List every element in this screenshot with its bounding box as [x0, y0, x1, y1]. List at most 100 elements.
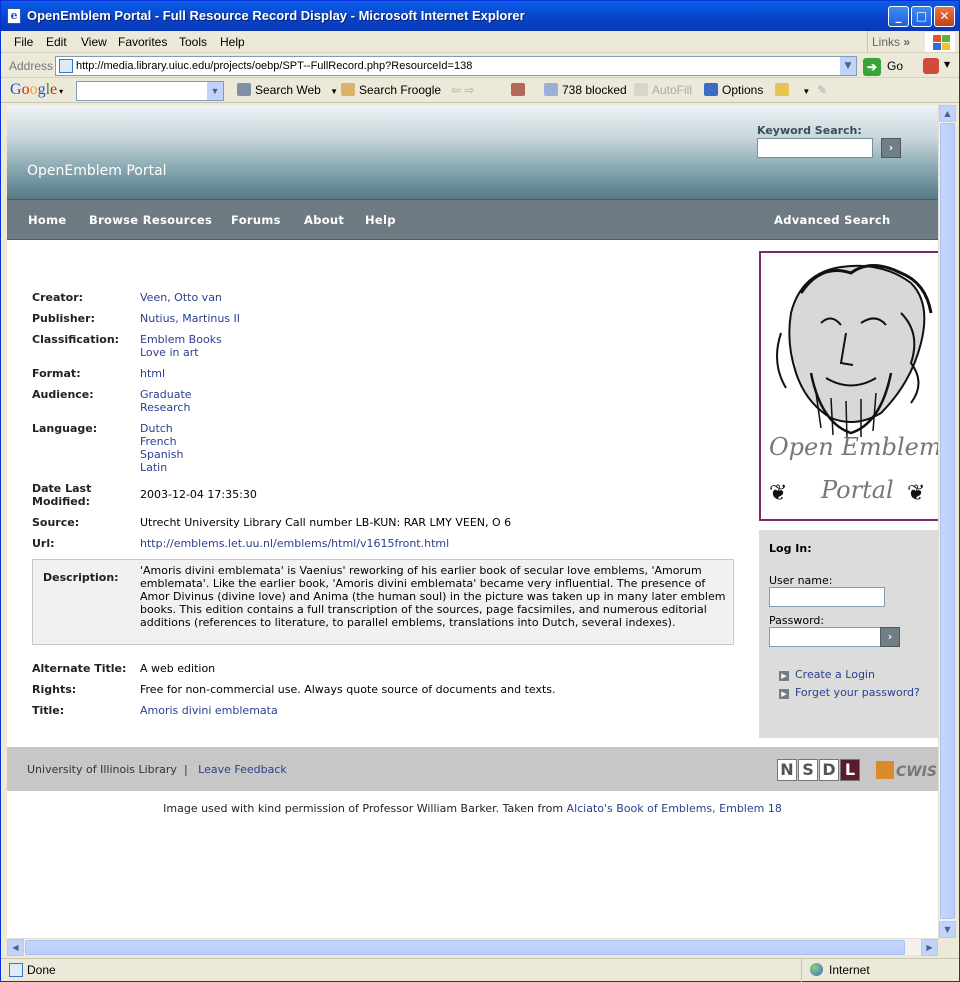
scroll-left-icon[interactable]: ◀: [7, 939, 24, 956]
forget-password-link[interactable]: ▶ Forget your password?: [779, 686, 920, 699]
forget-password-label: Forget your password?: [795, 686, 920, 699]
nsdl-letter: D: [819, 759, 839, 781]
title-link[interactable]: Amoris divini emblemata: [140, 704, 278, 717]
window-title: OpenEmblem Portal - Full Resource Record…: [27, 8, 525, 23]
folder-button[interactable]: ▼: [775, 83, 810, 97]
keyword-search-input[interactable]: [757, 138, 873, 158]
classification-label: Classification:: [32, 333, 120, 346]
back-arrows-icon[interactable]: ⇦ ⇨: [451, 83, 474, 97]
date-label-line: Date Last: [32, 482, 92, 495]
scroll-up-icon[interactable]: ▲: [939, 105, 956, 122]
search-froogle-label: Search Froogle: [359, 83, 442, 97]
username-label: User name:: [769, 574, 833, 587]
popup-blocker-button[interactable]: 738 blocked: [544, 83, 627, 97]
nav-about[interactable]: About: [304, 213, 344, 227]
leave-feedback-link[interactable]: Leave Feedback: [198, 763, 287, 776]
go-arrow-icon: ➔: [863, 57, 881, 76]
classification-link[interactable]: Love in art: [140, 346, 199, 359]
login-panel: Log In: User name: Password: › ▶ Create a…: [759, 530, 938, 738]
pagerank-button[interactable]: [511, 83, 529, 97]
description-text: 'Amoris divini emblemata' is Vaenius' re…: [140, 564, 726, 629]
nsdl-letter: L: [840, 759, 860, 781]
address-input[interactable]: http://media.library.uiuc.edu/projects/o…: [55, 56, 857, 76]
alternate-title-value: A web edition: [140, 662, 216, 675]
url-label: Url:: [32, 537, 55, 550]
menu-help[interactable]: Help: [220, 35, 245, 49]
search-web-button[interactable]: Search Web ▼: [237, 83, 338, 97]
security-zone: Internet: [801, 959, 941, 982]
options-button[interactable]: Options: [704, 83, 763, 97]
menu-file[interactable]: File: [14, 35, 33, 49]
publisher-link[interactable]: Nutius, Martinus II: [140, 312, 240, 325]
username-input[interactable]: [769, 587, 885, 607]
creator-label: Creator:: [32, 291, 84, 304]
menu-view[interactable]: View: [81, 35, 107, 49]
date-label: Date Last Modified:: [32, 482, 132, 508]
status-text: Done: [27, 963, 56, 977]
language-link[interactable]: Latin: [140, 461, 167, 474]
classification-link[interactable]: Emblem Books: [140, 333, 222, 346]
pagerank-icon: [511, 83, 525, 96]
scroll-thumb[interactable]: [25, 940, 905, 955]
password-input[interactable]: [769, 627, 885, 647]
minimize-button[interactable]: _: [888, 6, 909, 27]
highlighter-icon[interactable]: ✎: [817, 83, 827, 97]
resource-url-link[interactable]: http://emblems.let.uu.nl/emblems/html/v1…: [140, 537, 449, 550]
publisher-label: Publisher:: [32, 312, 95, 325]
chevron-down-icon[interactable]: ▼: [944, 60, 950, 69]
keyword-search-go-button[interactable]: ›: [881, 138, 901, 158]
autofill-icon: [634, 83, 648, 96]
chevron-down-icon[interactable]: ▼: [207, 82, 223, 100]
language-link[interactable]: French: [140, 435, 177, 448]
nav-help[interactable]: Help: [365, 213, 396, 227]
nav-forums[interactable]: Forums: [231, 213, 281, 227]
go-button[interactable]: ➔ Go: [863, 56, 903, 76]
scroll-down-icon[interactable]: ▼: [939, 921, 956, 938]
menu-tools[interactable]: Tools: [179, 35, 207, 49]
horizontal-scrollbar[interactable]: ◀ ▶: [7, 938, 938, 956]
address-bar: Address http://media.library.uiuc.edu/pr…: [1, 54, 959, 78]
cwis-logo[interactable]: CWIS: [876, 761, 937, 780]
go-label: Go: [887, 59, 904, 73]
ie-icon: e: [7, 8, 21, 24]
site-title[interactable]: OpenEmblem Portal: [27, 163, 167, 179]
mail-icon[interactable]: [923, 58, 939, 74]
links-toolbar[interactable]: Links »: [867, 31, 921, 53]
ornament-icon: ❦: [907, 481, 926, 506]
alciato-link[interactable]: Alciato's Book of Emblems, Emblem 18: [567, 802, 782, 815]
create-login-link[interactable]: ▶ Create a Login: [779, 668, 875, 681]
format-label: Format:: [32, 367, 81, 380]
nav-advanced-search[interactable]: Advanced Search: [774, 213, 890, 227]
maximize-button[interactable]: □: [911, 6, 932, 27]
links-label: Links: [872, 35, 901, 49]
audience-link[interactable]: Graduate: [140, 388, 192, 401]
format-link[interactable]: html: [140, 367, 165, 380]
audience-link[interactable]: Research: [140, 401, 190, 414]
vertical-scrollbar[interactable]: ▲ ▼: [938, 105, 956, 938]
nsdl-logo[interactable]: N S D L: [777, 759, 861, 781]
footer-org: University of Illinois Library: [27, 763, 177, 776]
alternate-title-label: Alternate Title:: [32, 662, 127, 675]
scroll-right-icon[interactable]: ▶: [921, 939, 938, 956]
language-link[interactable]: Spanish: [140, 448, 183, 461]
autofill-button[interactable]: AutoFill: [634, 83, 692, 97]
ornament-icon: ❦: [769, 481, 788, 506]
menu-favorites[interactable]: Favorites: [118, 35, 167, 49]
google-logo[interactable]: Google ▾: [10, 81, 63, 99]
menu-edit[interactable]: Edit: [46, 35, 67, 49]
google-search-input[interactable]: ▼: [76, 81, 224, 101]
chevron-down-icon[interactable]: ▼: [840, 57, 856, 75]
nav-browse-resources[interactable]: Browse Resources: [89, 213, 212, 227]
nav-home[interactable]: Home: [28, 213, 67, 227]
language-link[interactable]: Dutch: [140, 422, 173, 435]
page-icon: [9, 963, 23, 977]
options-icon: [704, 83, 718, 96]
search-froogle-button[interactable]: Search Froogle: [341, 83, 441, 97]
close-button[interactable]: ✕: [934, 6, 955, 27]
login-go-button[interactable]: ›: [880, 627, 900, 647]
date-label-line: Modified:: [32, 495, 91, 508]
search-web-label: Search Web: [255, 83, 321, 97]
address-label: Address: [9, 59, 54, 73]
creator-link[interactable]: Veen, Otto van: [140, 291, 222, 304]
scroll-thumb[interactable]: [940, 123, 955, 919]
